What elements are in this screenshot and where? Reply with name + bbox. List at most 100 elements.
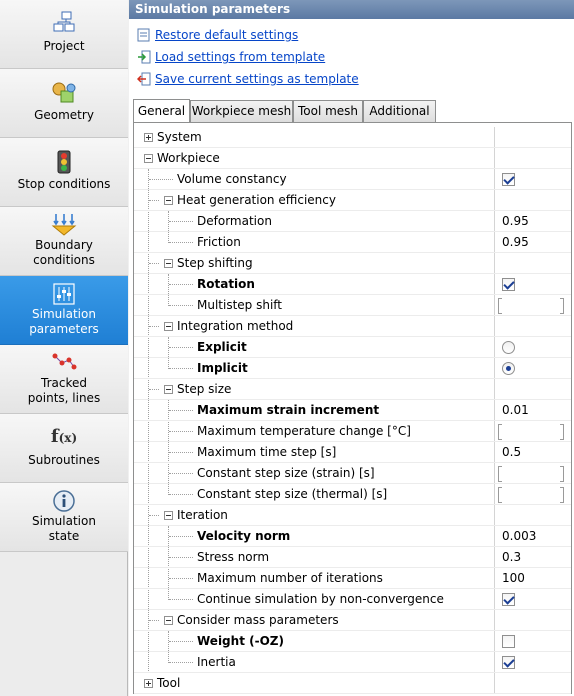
velocity-norm-value[interactable]: 0.003 xyxy=(502,526,536,547)
collapse-icon[interactable] xyxy=(164,385,173,394)
tree-row-continue-nonconvergence: Continue simulation by non-convergence xyxy=(134,589,571,610)
inertia-checkbox[interactable] xyxy=(502,656,515,669)
tree-line xyxy=(169,242,193,243)
collapse-icon[interactable] xyxy=(164,511,173,520)
tree-row-deformation: Deformation 0.95 xyxy=(134,211,571,232)
tree-line xyxy=(149,200,159,201)
tree-line xyxy=(169,431,193,432)
row-label: Workpiece xyxy=(157,151,220,165)
friction-value[interactable]: 0.95 xyxy=(502,232,529,253)
tab-workpiece-mesh[interactable]: Workpiece mesh xyxy=(190,100,293,123)
tab-general[interactable]: General xyxy=(133,99,190,123)
tree-row-iteration[interactable]: Iteration xyxy=(134,505,571,526)
nav-stop-conditions[interactable]: Stop conditions xyxy=(0,138,128,207)
collapse-icon[interactable] xyxy=(164,259,173,268)
save-template-link[interactable]: Save current settings as template xyxy=(129,70,429,88)
const-step-strain-field[interactable] xyxy=(498,466,564,482)
tree-row-consider-mass[interactable]: Consider mass parameters xyxy=(134,610,571,631)
deformation-value[interactable]: 0.95 xyxy=(502,211,529,232)
tree-row-rotation: Rotation xyxy=(134,274,571,295)
nav-label-line: Boundary xyxy=(35,238,93,252)
max-iterations-value[interactable]: 100 xyxy=(502,568,525,589)
nav-simulation-state[interactable]: Simulation state xyxy=(0,483,128,552)
nav-label: Geometry xyxy=(34,108,94,122)
load-template-link[interactable]: Load settings from template xyxy=(129,48,429,66)
tab-additional[interactable]: Additional xyxy=(363,100,436,123)
nav-boundary-conditions[interactable]: Boundary conditions xyxy=(0,207,128,276)
continue-nonconvergence-checkbox[interactable] xyxy=(502,593,515,606)
row-label: Maximum number of iterations xyxy=(197,571,383,585)
tree-line xyxy=(169,305,193,306)
implicit-radio[interactable] xyxy=(502,362,515,375)
collapse-icon[interactable] xyxy=(164,616,173,625)
nav-tracked-points[interactable]: Tracked points, lines xyxy=(0,345,128,414)
tab-tool-mesh[interactable]: Tool mesh xyxy=(293,100,363,123)
collapse-icon[interactable] xyxy=(164,322,173,331)
row-label: Stress norm xyxy=(197,550,270,564)
row-label: Step shifting xyxy=(177,256,253,270)
explicit-radio[interactable] xyxy=(502,341,515,354)
row-label: Integration method xyxy=(177,319,294,333)
stress-norm-value[interactable]: 0.3 xyxy=(502,547,521,568)
row-label: Constant step size (strain) [s] xyxy=(197,466,375,480)
volume-constancy-checkbox[interactable] xyxy=(502,173,515,186)
tree-row-integration-method[interactable]: Integration method xyxy=(134,316,571,337)
tree-row-tool[interactable]: Tool xyxy=(134,673,571,694)
tree-line xyxy=(149,179,173,180)
row-label: Maximum strain increment xyxy=(197,403,380,417)
traffic-light-icon xyxy=(57,150,71,174)
tree-row-const-step-strain: Constant step size (strain) [s] xyxy=(134,463,571,484)
tree-row-workpiece[interactable]: Workpiece xyxy=(134,148,571,169)
tree-row-system[interactable]: System xyxy=(134,127,571,148)
tree-row-velocity-norm: Velocity norm 0.003 xyxy=(134,526,571,547)
tree-row-friction: Friction 0.95 xyxy=(134,232,571,253)
nav-subroutines[interactable]: f(x) Subroutines xyxy=(0,414,128,483)
nav-geometry[interactable]: Geometry xyxy=(0,69,128,138)
nav-label-line: points, lines xyxy=(27,391,101,405)
collapse-icon[interactable] xyxy=(164,196,173,205)
nav-label: Project xyxy=(43,39,85,53)
tree-line xyxy=(169,473,193,474)
tree-row-max-time-step: Maximum time step [s] 0.5 xyxy=(134,442,571,463)
nav-label-line: Simulation xyxy=(32,514,96,528)
rotation-checkbox[interactable] xyxy=(502,278,515,291)
tree-row-volume-constancy: Volume constancy xyxy=(134,169,571,190)
restore-defaults-link[interactable]: Restore default settings xyxy=(129,26,429,44)
row-label: Step size xyxy=(177,382,232,396)
tree-row-heat-generation[interactable]: Heat generation efficiency xyxy=(134,190,571,211)
panel-title: Simulation parameters xyxy=(129,0,574,19)
row-label: Constant step size (thermal) [s] xyxy=(197,487,388,501)
nav-label-line: conditions xyxy=(33,253,95,267)
row-label: Implicit xyxy=(197,361,248,375)
tree-row-multistep-shift: Multistep shift xyxy=(134,295,571,316)
expand-icon[interactable] xyxy=(144,679,153,688)
save-arrow-icon xyxy=(137,72,151,86)
tree-row-implicit: Implicit xyxy=(134,358,571,379)
weight-checkbox[interactable] xyxy=(502,635,515,648)
row-label: Heat generation efficiency xyxy=(177,193,336,207)
const-step-thermal-field[interactable] xyxy=(498,487,564,503)
expand-icon[interactable] xyxy=(144,133,153,142)
max-strain-increment-value[interactable]: 0.01 xyxy=(502,400,529,421)
max-time-step-value[interactable]: 0.5 xyxy=(502,442,521,463)
max-temp-change-field[interactable] xyxy=(498,424,564,440)
tree-line xyxy=(169,662,193,663)
row-label: Volume constancy xyxy=(177,172,287,186)
tree-row-step-shifting[interactable]: Step shifting xyxy=(134,253,571,274)
tree-line xyxy=(169,641,193,642)
row-label: Multistep shift xyxy=(197,298,283,312)
row-label: Velocity norm xyxy=(197,529,291,543)
nav-project[interactable]: Project xyxy=(0,0,128,69)
sliders-icon xyxy=(53,283,75,305)
tree-line xyxy=(169,536,193,537)
nav-simulation-parameters[interactable]: Simulation parameters xyxy=(0,276,128,345)
geometry-shapes-icon xyxy=(52,82,76,103)
multistep-shift-field[interactable] xyxy=(498,298,564,314)
tree-row-step-size[interactable]: Step size xyxy=(134,379,571,400)
tree-row-stress-norm: Stress norm 0.3 xyxy=(134,547,571,568)
tree-row-weight: Weight (-OZ) xyxy=(134,631,571,652)
collapse-icon[interactable] xyxy=(144,154,153,163)
tree-line xyxy=(149,620,159,621)
tree-line xyxy=(169,452,193,453)
row-label: Deformation xyxy=(197,214,272,228)
